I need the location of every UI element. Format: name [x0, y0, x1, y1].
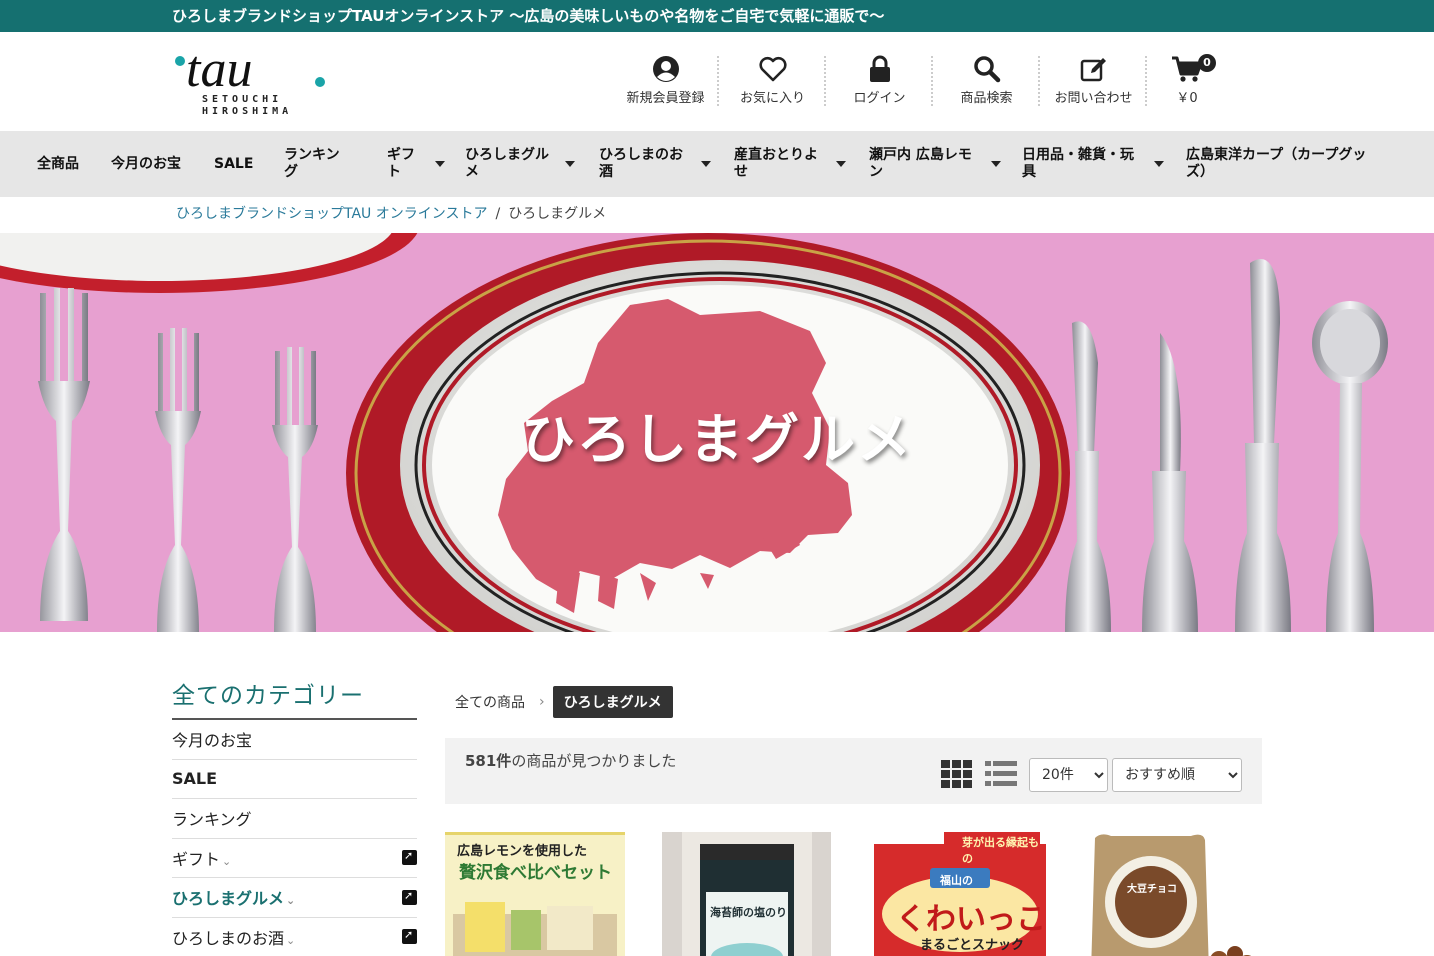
- external-link-icon[interactable]: [402, 889, 417, 905]
- product-breadcrumb: 全ての商品 › ひろしまグルメ: [445, 686, 1262, 718]
- cart-count-badge: 0: [1198, 54, 1216, 72]
- announcement-bar: ひろしまブランドショップTAUオンラインストア 〜広島の美味しいものや名物をご自…: [0, 0, 1434, 32]
- cat-hiroshima-sake[interactable]: ひろしまのお酒: [599, 147, 734, 181]
- favorites-label: お気に入り: [739, 91, 805, 106]
- cat-direct-order[interactable]: 産直おとりよせ: [734, 147, 869, 181]
- user-circle-icon: [652, 56, 679, 82]
- product-grid: 広島レモンを使用した 贅沢食べ比べセット 海苔師の塩のり 芽が出る縁起もの 福山…: [445, 832, 1262, 956]
- cat-all-products[interactable]: 全商品: [37, 156, 111, 173]
- cat-carp-goods[interactable]: 広島東洋カープ（カープグッズ）: [1186, 147, 1386, 181]
- sidebar-item-sale[interactable]: SALE: [172, 760, 417, 799]
- sidebar-item-gift[interactable]: ギフト ⌄: [172, 839, 417, 878]
- chevron-down-icon: [435, 161, 445, 167]
- sidebar-item-hiroshima-gourmet[interactable]: ひろしまグルメ ⌄: [172, 878, 417, 918]
- breadcrumb-separator: /: [495, 206, 501, 222]
- chevron-down-icon: ⌄: [286, 894, 296, 908]
- announcement-text: ひろしまブランドショップTAUオンラインストア 〜広島の美味しいものや名物をご自…: [172, 7, 885, 25]
- cat-daily-goods[interactable]: 日用品・雑貨・玩具: [1022, 147, 1186, 181]
- sidebar-item-hiroshima-sake[interactable]: ひろしまのお酒 ⌄: [172, 918, 417, 956]
- sidebar-title: 全てのカテゴリー: [172, 676, 417, 720]
- pcrumb-current: ひろしまグルメ: [552, 686, 673, 718]
- lock-icon: [869, 55, 890, 82]
- product-caption-sub: まるごとスナック: [920, 938, 1025, 953]
- site-logo[interactable]: tau SETOUCHI HIROSHIMA: [172, 44, 332, 122]
- per-page-select[interactable]: 20件: [1029, 758, 1108, 792]
- list-view-icon[interactable]: [985, 760, 1017, 788]
- chevron-right-icon: ›: [539, 694, 545, 710]
- product-caption-top: 大豆チョコ: [1127, 884, 1177, 895]
- chevron-down-icon: [701, 161, 711, 167]
- external-link-icon[interactable]: [402, 849, 417, 866]
- chevron-down-icon: ⌄: [222, 854, 232, 868]
- cat-monthly-treasure[interactable]: 今月のお宝: [111, 156, 214, 173]
- cat-ranking[interactable]: ランキング: [284, 147, 387, 181]
- pcrumb-all-link[interactable]: 全ての商品: [455, 692, 525, 712]
- product-caption-top: 福山の: [940, 874, 973, 887]
- product-caption-top: 海苔師の塩のり: [710, 906, 787, 919]
- header-nav: 新規会員登録 お気に入り ログイン 商品検索 お問い合わせ 0 ￥0: [612, 52, 1227, 112]
- contact-label: お問い合わせ: [1054, 91, 1133, 106]
- svg-text:tau: tau: [186, 44, 252, 94]
- chevron-down-icon: [565, 161, 575, 167]
- hero-title: ひろしまグルメ: [521, 408, 913, 471]
- sidebar-item-monthly-treasure[interactable]: 今月のお宝: [172, 720, 417, 760]
- category-nav: 全商品 今月のお宝 SALE ランキング ギフト ひろしまグルメ ひろしまのお酒…: [0, 131, 1434, 197]
- cart-link[interactable]: 0 ￥0: [1147, 52, 1227, 112]
- product-card[interactable]: 海苔師の塩のり: [662, 832, 831, 956]
- search-link[interactable]: 商品検索: [933, 52, 1040, 112]
- register-label: 新規会員登録: [626, 91, 705, 106]
- product-caption-top: 広島レモンを使用した: [457, 844, 588, 859]
- contact-link[interactable]: お問い合わせ: [1040, 52, 1147, 112]
- product-image: [662, 832, 831, 956]
- category-sidebar: 全てのカテゴリー 今月のお宝 SALE ランキング ギフト⌄ ひろしまグルメ⌄ …: [172, 676, 417, 956]
- login-link[interactable]: ログイン: [826, 52, 933, 112]
- logo-subtitle: SETOUCHI HIROSHIMA: [202, 94, 293, 117]
- cat-gift[interactable]: ギフト: [387, 147, 465, 181]
- login-label: ログイン: [853, 91, 906, 106]
- chevron-down-icon: ⌄: [286, 933, 296, 947]
- search-icon: [973, 56, 1000, 83]
- breadcrumb-home-link[interactable]: ひろしまブランドショップTAU オンラインストア: [176, 206, 487, 222]
- product-caption-main: くわいっこ: [896, 902, 1046, 937]
- heart-icon: [758, 56, 787, 82]
- cat-hiroshima-gourmet[interactable]: ひろしまグルメ: [465, 147, 599, 181]
- tau-logo-mark: tau: [175, 44, 325, 94]
- product-caption-main: 贅沢食べ比べセット: [459, 863, 612, 883]
- site-header: tau SETOUCHI HIROSHIMA 新規会員登録 お気に入り ログイン…: [0, 32, 1434, 131]
- cat-setouchi-lemon[interactable]: 瀬戸内 広島レモン: [869, 147, 1022, 181]
- product-caption-ribbon: 芽が出る縁起もの: [962, 836, 1039, 865]
- sort-select[interactable]: おすすめ順: [1112, 758, 1242, 792]
- register-link[interactable]: 新規会員登録: [612, 52, 719, 112]
- chevron-down-icon: [991, 161, 1001, 167]
- cat-sale[interactable]: SALE: [214, 156, 284, 173]
- favorites-link[interactable]: お気に入り: [719, 52, 826, 112]
- breadcrumb-current: ひろしまグルメ: [508, 206, 607, 222]
- product-card[interactable]: 広島レモンを使用した 贅沢食べ比べセット: [445, 832, 625, 956]
- cart-total: ￥0: [1176, 91, 1198, 106]
- product-list-main: 全ての商品 › ひろしまグルメ 581件の商品が見つかりました 20件 おすすめ…: [445, 686, 1262, 956]
- category-hero-banner: ひろしまグルメ: [0, 233, 1434, 632]
- result-count: 581件の商品が見つかりました: [465, 752, 677, 770]
- grid-view-icon[interactable]: [941, 760, 973, 788]
- product-card[interactable]: 芽が出る縁起もの 福山の くわいっこ まるごとスナック: [874, 832, 1046, 956]
- chevron-down-icon: [1154, 161, 1164, 167]
- result-toolbar: 581件の商品が見つかりました 20件 おすすめ順: [445, 738, 1262, 804]
- content-area: 全てのカテゴリー 今月のお宝 SALE ランキング ギフト⌄ ひろしまグルメ⌄ …: [0, 632, 1434, 956]
- sidebar-item-ranking[interactable]: ランキング: [172, 799, 417, 839]
- external-link-icon[interactable]: [402, 928, 417, 945]
- product-card[interactable]: 大豆チョコ: [1091, 832, 1262, 956]
- chevron-down-icon: [836, 161, 846, 167]
- breadcrumb: ひろしまブランドショップTAU オンラインストア / ひろしまグルメ: [0, 197, 1434, 233]
- search-label: 商品検索: [960, 91, 1013, 106]
- edit-icon: [1080, 58, 1106, 82]
